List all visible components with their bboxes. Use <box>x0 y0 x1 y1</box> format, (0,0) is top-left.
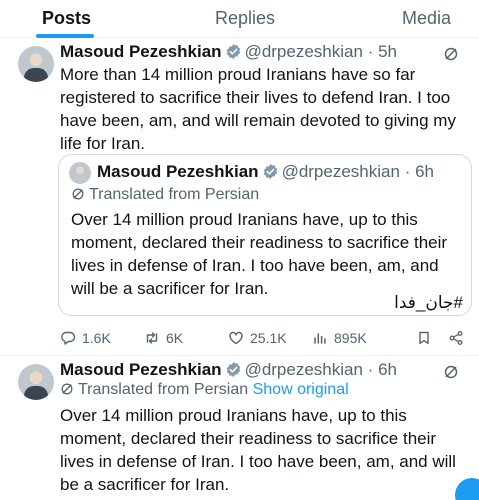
like-count: 25.1K <box>250 330 287 346</box>
tweet-text: More than 14 million proud Iranians have… <box>60 65 456 153</box>
hashtag[interactable]: #جان_فدا <box>394 293 463 313</box>
reply-icon <box>61 331 76 345</box>
reply-count: 1.6K <box>82 330 111 346</box>
separator-dot: · <box>404 162 411 181</box>
view-count: 895K <box>334 330 367 346</box>
quote-timestamp: 6h <box>415 162 435 181</box>
verified-badge-icon <box>226 44 240 59</box>
tweet[interactable]: Masoud Pezeshkian @drpezeshkian · 6h Tran… <box>0 356 479 500</box>
views-icon <box>314 333 326 344</box>
bookmark-icon <box>419 331 429 345</box>
reply-button[interactable]: 1.6K <box>60 330 111 346</box>
verified-badge-icon <box>226 362 240 377</box>
quote-avatar <box>69 162 91 184</box>
tab-media[interactable]: Media <box>402 8 451 29</box>
avatar[interactable] <box>18 46 54 82</box>
separator-dot: · <box>367 360 374 379</box>
tweet-header: Masoud Pezeshkian @drpezeshkian · 5h <box>60 42 397 62</box>
translated-label: Translated from Persian Show original <box>60 381 349 399</box>
views-button[interactable]: 895K <box>312 330 367 346</box>
repost-icon <box>146 332 158 344</box>
quote-author-name: Masoud Pezeshkian <box>97 162 259 181</box>
grok-icon[interactable] <box>443 46 459 62</box>
show-original-link[interactable]: Show original <box>253 381 349 398</box>
timestamp[interactable]: 5h <box>378 42 397 61</box>
translated-from-text: Translated from Persian <box>89 186 260 203</box>
author-name[interactable]: Masoud Pezeshkian <box>60 360 222 379</box>
avatar[interactable] <box>18 364 54 400</box>
separator-dot: · <box>367 42 374 61</box>
bookmark-button[interactable] <box>416 330 432 346</box>
translate-icon <box>72 188 84 200</box>
tweet-header: Masoud Pezeshkian @drpezeshkian · 6h <box>60 360 397 380</box>
tweet-actions: 1.6K 6K 25.1K 895K <box>60 328 472 350</box>
verified-badge-icon <box>263 164 277 179</box>
quoted-tweet[interactable]: Masoud Pezeshkian @drpezeshkian · 6h Tran… <box>58 154 472 316</box>
repost-count: 6K <box>166 330 184 346</box>
translate-icon <box>61 383 73 395</box>
translated-label: Translated from Persian <box>71 186 259 204</box>
like-icon <box>229 331 243 345</box>
profile-tabs: Posts Replies Media <box>0 0 479 38</box>
translated-from-text: Translated from Persian <box>78 381 249 398</box>
author-name[interactable]: Masoud Pezeshkian <box>60 42 222 61</box>
author-handle[interactable]: @drpezeshkian <box>245 42 363 61</box>
tweet[interactable]: Masoud Pezeshkian @drpezeshkian · 5h More… <box>0 38 479 356</box>
quote-text: Over 14 million proud Iranians have, up … <box>71 210 448 298</box>
author-handle[interactable]: @drpezeshkian <box>245 360 363 379</box>
share-icon <box>449 331 463 345</box>
quote-header: Masoud Pezeshkian @drpezeshkian · 6h <box>97 162 434 182</box>
timestamp[interactable]: 6h <box>378 360 397 379</box>
tab-posts[interactable]: Posts <box>42 8 91 29</box>
quote-author-handle: @drpezeshkian <box>281 162 400 181</box>
like-button[interactable]: 25.1K <box>228 330 287 346</box>
share-button[interactable] <box>448 330 464 346</box>
repost-button[interactable]: 6K <box>144 330 183 346</box>
grok-icon[interactable] <box>443 364 459 380</box>
tweet-text: Over 14 million proud Iranians have, up … <box>60 406 456 494</box>
tab-replies[interactable]: Replies <box>215 8 275 29</box>
